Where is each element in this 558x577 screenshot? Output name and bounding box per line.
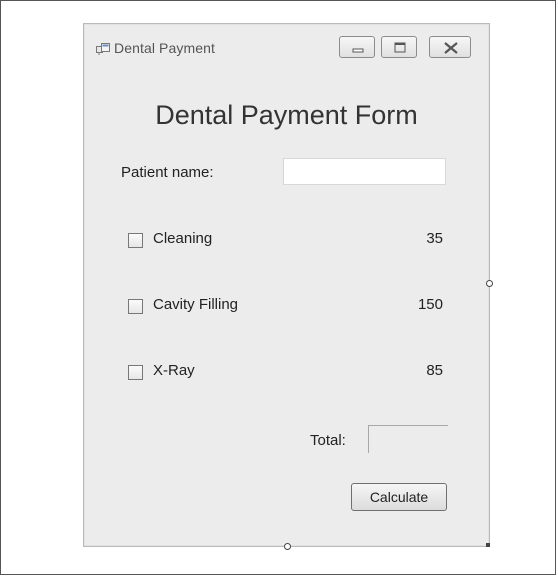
patient-name-input[interactable] xyxy=(283,158,446,185)
cleaning-price: 35 xyxy=(426,230,443,247)
window-app-icon xyxy=(96,43,110,55)
minimize-icon xyxy=(352,48,364,53)
x-ray-label[interactable]: X-Ray xyxy=(153,362,195,379)
dental-payment-window: Dental Payment Dental Payment Form Patie… xyxy=(83,23,490,547)
cavity-filling-price: 150 xyxy=(417,296,443,313)
x-ray-price: 85 xyxy=(426,362,443,379)
maximize-icon xyxy=(394,42,406,53)
cleaning-label[interactable]: Cleaning xyxy=(153,230,212,247)
title-bar[interactable]: Dental Payment xyxy=(84,24,489,70)
resize-handle-right[interactable] xyxy=(486,280,493,287)
form-heading: Dental Payment Form xyxy=(155,100,418,130)
close-button[interactable] xyxy=(429,36,471,58)
maximize-button[interactable] xyxy=(381,36,417,58)
window-title: Dental Payment xyxy=(114,40,216,56)
cleaning-checkbox[interactable] xyxy=(128,233,143,248)
resize-handle-bottom[interactable] xyxy=(284,543,291,550)
total-label: Total: xyxy=(310,432,346,449)
form-client-area: Dental Payment Form Patient name: Cleani… xyxy=(90,70,483,542)
total-output xyxy=(368,425,448,453)
calculate-button[interactable]: Calculate xyxy=(351,483,447,511)
patient-name-label: Patient name: xyxy=(121,164,214,181)
x-ray-checkbox[interactable] xyxy=(128,365,143,380)
minimize-button[interactable] xyxy=(339,36,375,58)
close-icon xyxy=(444,42,458,54)
resize-handle-corner[interactable] xyxy=(486,543,490,547)
cavity-filling-label[interactable]: Cavity Filling xyxy=(153,296,238,313)
cavity-filling-checkbox[interactable] xyxy=(128,299,143,314)
